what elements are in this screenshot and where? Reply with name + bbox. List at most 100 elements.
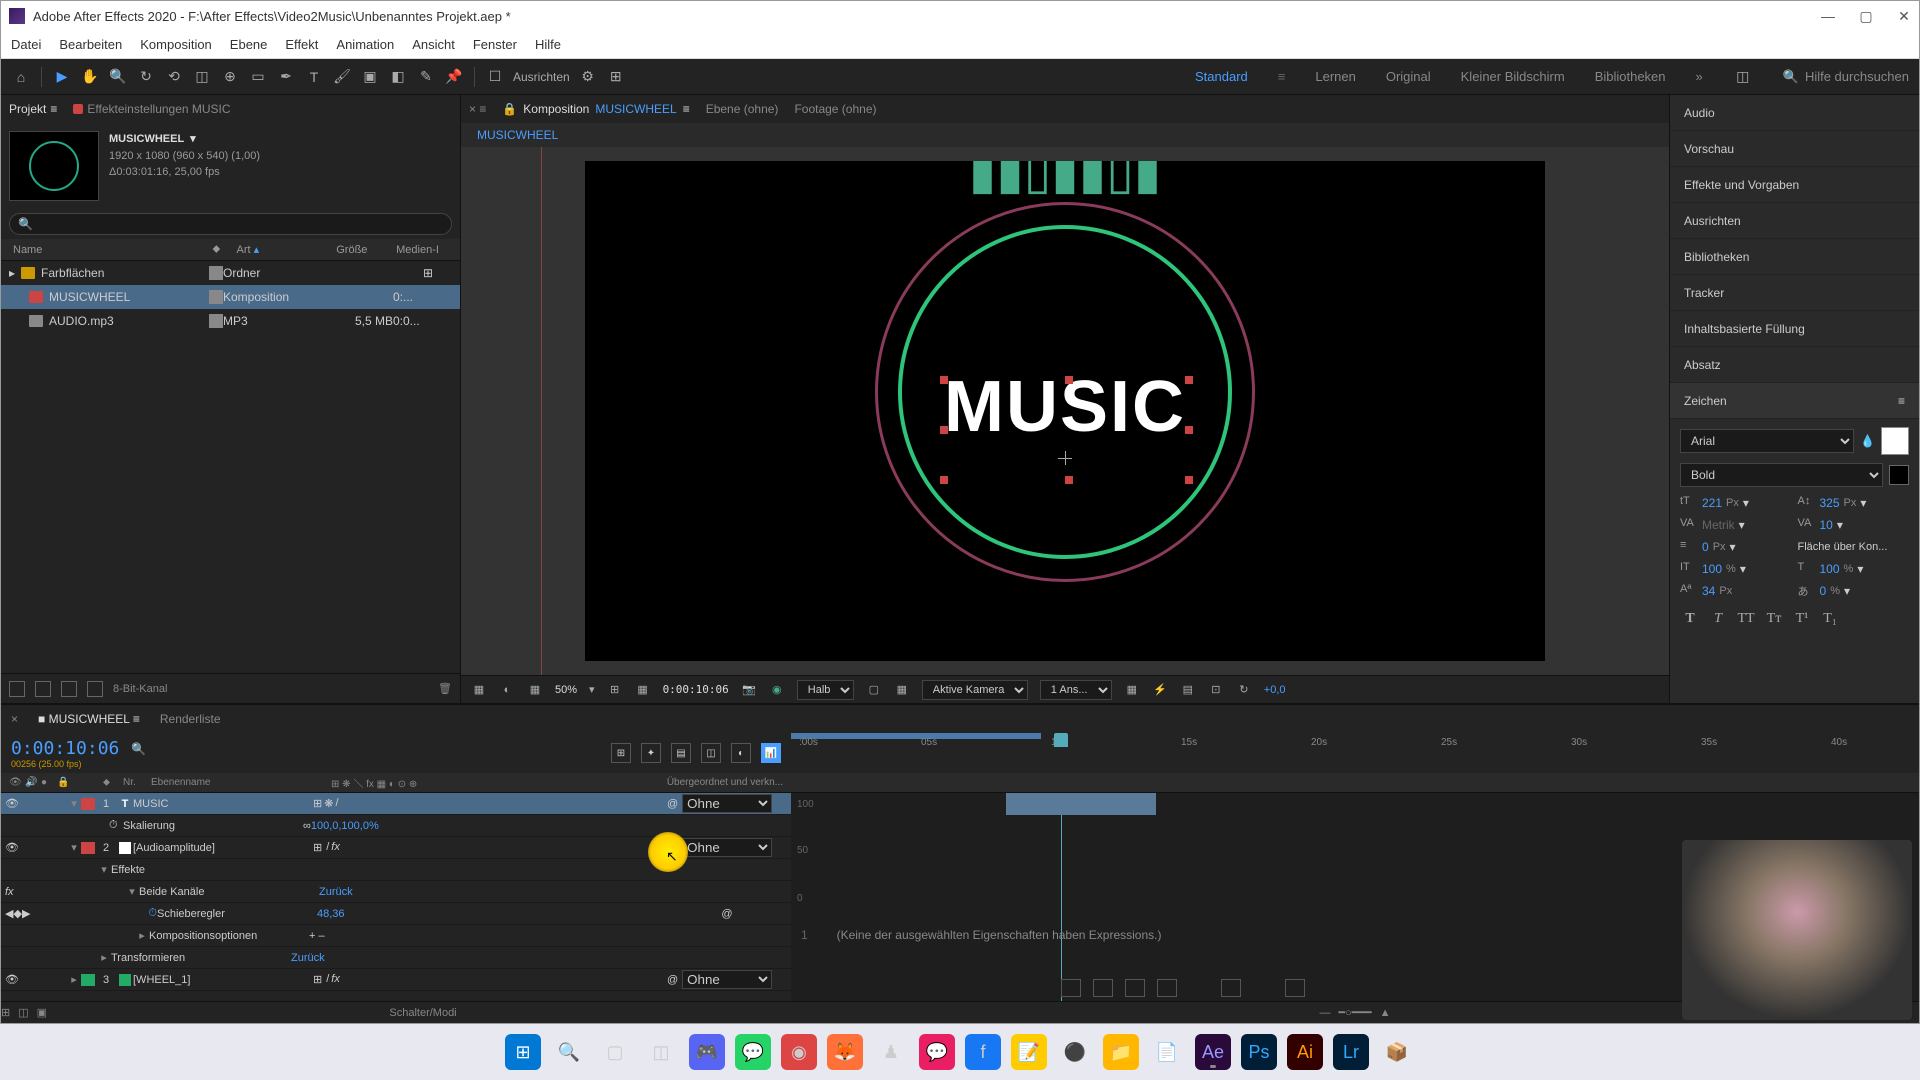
label-swatch[interactable] (209, 290, 223, 304)
new-folder-icon[interactable] (61, 681, 77, 697)
kerning-field[interactable]: VAMetrik ▾ (1680, 517, 1792, 533)
tab-footage[interactable]: Footage (ohne) (794, 102, 876, 116)
work-area-bar[interactable] (791, 733, 1041, 739)
zoom-in-icon[interactable]: ▲ (1380, 1007, 1391, 1019)
minimize-button[interactable]: — (1821, 9, 1835, 23)
trash-icon[interactable]: 🗑 (438, 682, 452, 695)
stamp-tool-icon[interactable]: ▣ (360, 67, 380, 87)
facebook-icon[interactable]: f (965, 1034, 1001, 1070)
stroke-field[interactable]: ≡0 Px ▾ (1680, 539, 1792, 555)
stroke-color-swatch[interactable] (1889, 465, 1909, 485)
camera-tool-icon[interactable]: ◫ (192, 67, 212, 87)
mask-toggle-icon[interactable]: ▦ (527, 682, 543, 698)
viewport[interactable]: ▮▮▯▮▮▯▮ MUSIC (461, 147, 1669, 675)
aftereffects-icon[interactable]: Ae (1195, 1034, 1231, 1070)
label-swatch[interactable] (209, 266, 223, 280)
orbit-tool-icon[interactable]: ↻ (136, 67, 156, 87)
taskview-icon[interactable]: ▢ (597, 1034, 633, 1070)
search-taskbar-icon[interactable]: 🔍 (551, 1034, 587, 1070)
snap-checkbox[interactable]: ☐ (485, 67, 505, 87)
graph-fit-icon[interactable] (1125, 979, 1145, 997)
col-type[interactable]: Art ▴ (232, 243, 332, 256)
composition-canvas[interactable]: ▮▮▯▮▮▯▮ MUSIC (585, 161, 1545, 661)
col-label-icon[interactable]: ⬥ (209, 243, 233, 256)
tab-projekt[interactable]: Projekt ≡ (9, 102, 57, 116)
motion-blur-icon[interactable]: ◐ (731, 743, 751, 763)
solo-col-icon[interactable]: ● (41, 777, 57, 788)
photoshop-icon[interactable]: Ps (1241, 1034, 1277, 1070)
alpha-icon[interactable]: ▦ (471, 682, 487, 698)
property-row[interactable]: ▸ Transformieren Zurück (1, 947, 791, 969)
project-search-input[interactable]: 🔍 (9, 213, 452, 235)
roi-icon[interactable]: ▢ (866, 682, 882, 698)
tracking-field[interactable]: VA10 ▾ (1798, 517, 1910, 533)
chevron-down-icon[interactable]: ▾ (589, 683, 595, 696)
panel-effekte[interactable]: Effekte und Vorgaben (1670, 167, 1919, 203)
stroke-mode-field[interactable]: Fläche über Kon... (1798, 539, 1910, 555)
zoom-slider[interactable]: ━○━━━ (1338, 1006, 1371, 1019)
workspace-options-icon[interactable]: ◫ (1733, 67, 1753, 87)
menu-ansicht[interactable]: Ansicht (412, 37, 455, 52)
layer-row[interactable]: 👁 ▾ 1 T MUSIC ⊞❋/ @Ohne (1, 793, 791, 815)
leading-field[interactable]: A↕325 Px ▾ (1798, 495, 1910, 511)
layer-bar[interactable] (1006, 793, 1156, 815)
shy-icon[interactable]: ▤ (671, 743, 691, 763)
graph-fit-all-icon[interactable] (1157, 979, 1177, 997)
selection-handle[interactable] (1185, 426, 1193, 434)
twirl-icon[interactable]: ▾ (97, 863, 111, 876)
layer-row[interactable]: 👁 ▾ 2 [Audioamplitude] ⊞/fx @Ohne (1, 837, 791, 859)
proxy-icon[interactable]: ⊞ (606, 67, 626, 87)
twirl-icon[interactable]: ▾ (125, 885, 139, 898)
faux-italic-icon[interactable]: T (1708, 611, 1728, 629)
label-swatch[interactable] (81, 798, 95, 810)
obs-icon[interactable]: ⚫ (1057, 1034, 1093, 1070)
grid-icon[interactable]: ⊞ (607, 682, 623, 698)
menu-ebene[interactable]: Ebene (230, 37, 268, 52)
panel-inhaltsfüllung[interactable]: Inhaltsbasierte Füllung (1670, 311, 1919, 347)
selection-handle[interactable] (940, 426, 948, 434)
hscale-field[interactable]: IT100 % ▾ (1680, 561, 1792, 577)
selection-tool-icon[interactable]: ▶ (52, 67, 72, 87)
whatsapp-icon[interactable]: 💬 (735, 1034, 771, 1070)
menu-animation[interactable]: Animation (336, 37, 394, 52)
transparency-icon[interactable]: ▦ (894, 682, 910, 698)
panel-vorschau[interactable]: Vorschau (1670, 131, 1919, 167)
panel-bibliotheken[interactable]: Bibliotheken (1670, 239, 1919, 275)
workspace-standard[interactable]: Standard (1195, 69, 1248, 84)
flowchart-icon[interactable]: ⊡ (1208, 682, 1224, 698)
col-name[interactable]: Name (9, 244, 209, 256)
expand-icon[interactable]: ▸ (9, 266, 15, 280)
timeline-icon[interactable]: ▤ (1180, 682, 1196, 698)
subscript-icon[interactable]: T₁ (1820, 611, 1840, 629)
property-row[interactable]: fx▾ Beide Kanäle Zurück (1, 881, 791, 903)
twirl-icon[interactable]: ▸ (135, 929, 149, 942)
widgets-icon[interactable]: ◫ (643, 1034, 679, 1070)
audio-col-icon[interactable]: 🔊 (25, 777, 41, 788)
visibility-icon[interactable]: 👁 (5, 841, 19, 854)
menu-datei[interactable]: Datei (11, 37, 41, 52)
tsume-field[interactable]: あ0 % ▾ (1798, 583, 1910, 599)
panel-zeichen[interactable]: Zeichen≡ (1670, 383, 1919, 419)
menu-hilfe[interactable]: Hilfe (535, 37, 561, 52)
resolution-dropdown[interactable]: Halb (797, 680, 854, 700)
label-swatch[interactable] (209, 314, 223, 328)
graph-snap-icon[interactable] (1093, 979, 1113, 997)
add-key-icon[interactable]: ◆ (13, 907, 21, 920)
anchor-point-icon[interactable] (1058, 451, 1072, 465)
fill-color-swatch[interactable] (1881, 427, 1909, 455)
parent-dropdown[interactable]: Ohne (682, 838, 772, 857)
app-icon[interactable]: 📦 (1379, 1034, 1415, 1070)
timeline-close-icon[interactable]: × (11, 712, 18, 726)
tab-ebene[interactable]: Ebene (ohne) (706, 102, 779, 116)
layer-row[interactable]: 👁 ▸ 3 [WHEEL_1] ⊞/fx @Ohne (1, 969, 791, 991)
mask-icon[interactable]: ◐ (499, 682, 515, 698)
menu-komposition[interactable]: Komposition (140, 37, 212, 52)
table-row[interactable]: ▸Farbflächen Ordner ⊞ (1, 261, 460, 285)
tab-effekteinstellungen[interactable]: Effekteinstellungen MUSIC (73, 102, 230, 116)
panel-ausrichten[interactable]: Ausrichten (1670, 203, 1919, 239)
lock-icon[interactable]: 🔒 (502, 102, 517, 116)
twirl-icon[interactable]: ▾ (67, 841, 81, 854)
guides-icon[interactable]: ▦ (635, 682, 651, 698)
search-help-placeholder[interactable]: Hilfe durchsuchen (1805, 69, 1909, 84)
anchor-tool-icon[interactable]: ⊕ (220, 67, 240, 87)
